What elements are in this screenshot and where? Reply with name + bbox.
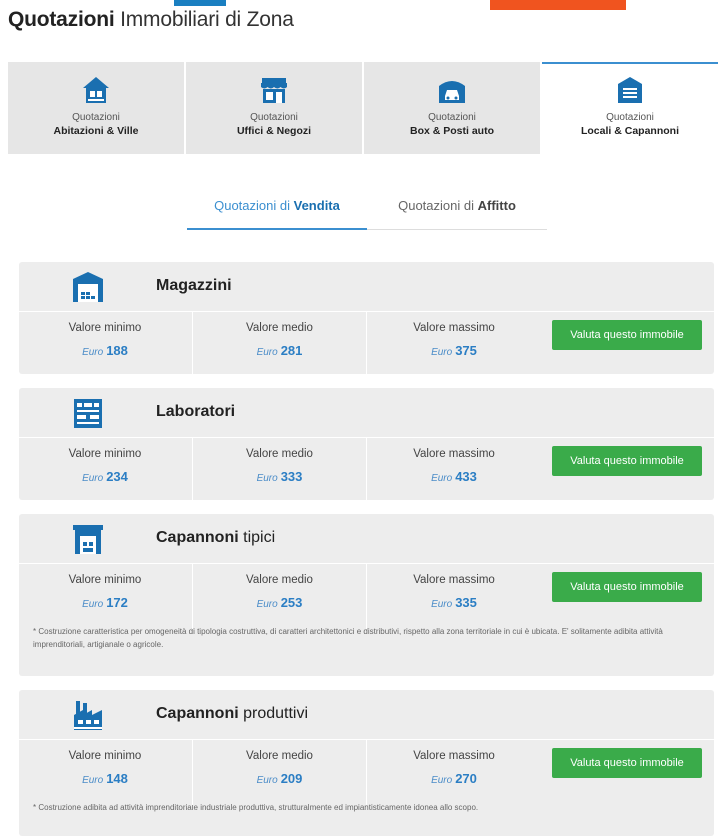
tab-vendita[interactable]: Quotazioni di Vendita <box>187 182 367 230</box>
max-label: Valore massimo <box>413 322 495 334</box>
warehouse-icon <box>618 77 642 103</box>
min-label: Valore minimo <box>68 448 142 460</box>
transaction-tabs: Quotazioni di Vendita Quotazioni di Affi… <box>187 182 547 230</box>
avg-label: Valore medio <box>246 750 313 762</box>
max-value: Euro 375 <box>431 343 477 358</box>
category-title: Magazzini <box>156 277 232 294</box>
garage-car-icon <box>439 81 465 103</box>
min-label: Valore minimo <box>68 750 142 762</box>
tab-affitto[interactable]: Quotazioni di Affitto <box>367 182 547 230</box>
avg-label: Valore medio <box>246 322 313 334</box>
category-tabs: Quotazioni Abitazioni & Ville Quotazioni… <box>8 62 718 154</box>
category-card-capannoni-produttivi: Capannoni produttivi Valore minimo Euro 14… <box>19 690 714 836</box>
max-value: Euro 270 <box>431 771 477 786</box>
min-label: Valore minimo <box>68 574 142 586</box>
category-title: Capannoni tipici <box>156 529 276 546</box>
category-card-capannoni-tipici: Capannoni tipici Valore minimo Euro 172 Va… <box>19 514 714 676</box>
warehouse-icon <box>73 272 103 302</box>
top-orange-bar <box>490 0 626 10</box>
valuta-button[interactable]: Valuta questo immobile <box>552 446 702 476</box>
shed-icon <box>73 525 103 554</box>
avg-value: Euro 281 <box>256 343 303 358</box>
avg-value: Euro 333 <box>256 469 303 484</box>
category-card-magazzini: Magazzini Valore minimo Euro 188 Valore me… <box>19 262 714 377</box>
valuta-button[interactable]: Valuta questo immobile <box>552 572 702 602</box>
category-card-laboratori: Laboratori Valore minimo Euro 234 Valore m… <box>19 388 714 503</box>
top-accent-bar <box>174 0 226 6</box>
max-label: Valore massimo <box>413 574 495 586</box>
min-value: Euro 172 <box>82 595 128 610</box>
max-value: Euro 433 <box>431 469 477 484</box>
tab-box[interactable]: Quotazioni Box & Posti auto <box>364 62 542 154</box>
house-icon <box>83 77 109 103</box>
min-value: Euro 188 <box>82 343 128 358</box>
shop-icon <box>261 78 287 103</box>
workshop-icon <box>74 399 102 428</box>
tab-uffici[interactable]: Quotazioni Uffici & Negozi <box>186 62 364 154</box>
tab-abitazioni[interactable]: Quotazioni Abitazioni & Ville <box>8 62 186 154</box>
min-value: Euro 234 <box>82 469 128 484</box>
min-value: Euro 148 <box>82 771 128 786</box>
valuta-button[interactable]: Valuta questo immobile <box>552 748 702 778</box>
category-title: Capannoni produttivi <box>156 705 309 722</box>
factory-icon <box>74 701 102 730</box>
avg-value: Euro 253 <box>256 595 303 610</box>
min-label: Valore minimo <box>68 322 142 334</box>
avg-label: Valore medio <box>246 574 313 586</box>
avg-label: Valore medio <box>246 448 313 460</box>
page-title: Quotazioni Immobiliari di Zona <box>8 8 294 31</box>
max-label: Valore massimo <box>413 448 495 460</box>
valuta-button[interactable]: Valuta questo immobile <box>552 320 702 350</box>
tab-locali[interactable]: Quotazioni Locali & Capannoni <box>542 62 718 154</box>
avg-value: Euro 209 <box>256 771 303 786</box>
category-title: Laboratori <box>156 403 236 420</box>
max-label: Valore massimo <box>413 750 495 762</box>
max-value: Euro 335 <box>431 595 477 610</box>
